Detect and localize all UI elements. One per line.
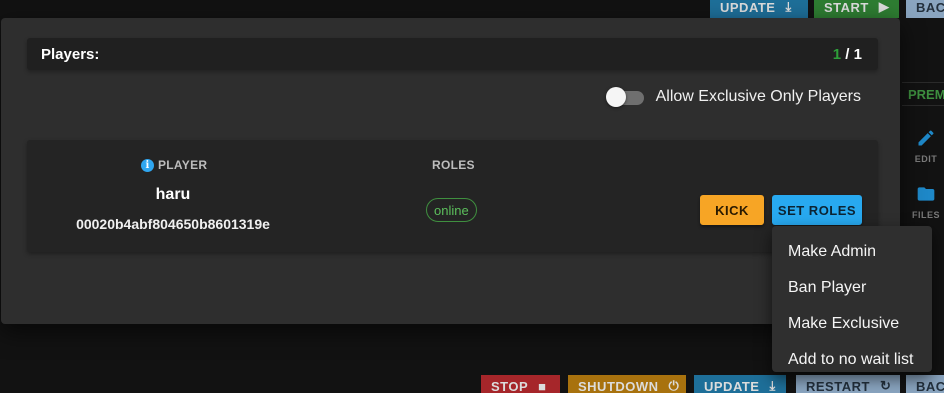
background-update-bottom-label: UPDATE xyxy=(704,378,760,393)
players-table: i PLAYER ROLES haru 00020b4abf804650b860… xyxy=(27,140,878,252)
player-count: 1 / 1 xyxy=(833,46,862,63)
download-icon: ⤓ xyxy=(769,378,776,393)
background-start-label: START xyxy=(824,0,869,15)
player-name: haru xyxy=(155,186,191,203)
background-shutdown-button[interactable]: SHUTDOWN ⏻ xyxy=(568,375,686,393)
background-start-button[interactable]: START ▶ xyxy=(814,0,899,18)
background-files-label: FILES xyxy=(911,210,940,220)
background-stop-label: STOP xyxy=(491,378,529,393)
exclusive-only-row: Allow Exclusive Only Players xyxy=(605,86,861,108)
roles-column-header: ROLES xyxy=(432,158,475,172)
kick-button[interactable]: KICK xyxy=(700,195,764,225)
players-dialog: Players: 1 / 1 Allow Exclusive Only Play… xyxy=(1,18,900,324)
player-count-current: 1 xyxy=(832,45,842,63)
power-icon: ⏻ xyxy=(668,378,680,393)
restart-icon: ↻ xyxy=(879,378,892,393)
background-update-button[interactable]: UPDATE ⤓ xyxy=(710,0,808,18)
background-edit-tool[interactable]: EDIT xyxy=(906,128,944,164)
background-back-bottom-label: BAC xyxy=(916,378,944,393)
menu-item-make-exclusive[interactable]: Make Exclusive xyxy=(772,306,932,342)
player-count-max: 1 xyxy=(853,45,862,63)
set-roles-button[interactable]: SET ROLES xyxy=(772,195,862,225)
background-edit-label: EDIT xyxy=(914,154,938,164)
menu-item-ban-player[interactable]: Ban Player xyxy=(772,270,932,306)
background-back-label: BAC xyxy=(916,0,944,15)
background-back-button[interactable]: BAC xyxy=(906,0,944,18)
player-column-header: i PLAYER xyxy=(141,158,207,172)
exclusive-only-label: Allow Exclusive Only Players xyxy=(655,88,861,105)
players-title: Players: xyxy=(41,45,100,63)
info-icon[interactable]: i xyxy=(141,158,154,172)
background-shutdown-label: SHUTDOWN xyxy=(578,378,659,393)
menu-item-make-admin[interactable]: Make Admin xyxy=(772,234,932,270)
pencil-icon xyxy=(918,130,934,146)
background-premium-label: PREM xyxy=(908,86,944,102)
folder-icon xyxy=(917,187,935,201)
player-id: 00020b4abf804650b8601319e xyxy=(76,216,270,232)
set-roles-menu: Make Admin Ban Player Make Exclusive Add… xyxy=(772,226,932,372)
background-restart-label: RESTART xyxy=(806,378,870,393)
play-icon: ▶ xyxy=(878,0,890,14)
background-files-tool[interactable]: FILES xyxy=(906,184,944,220)
role-chip-online: online xyxy=(426,198,477,222)
stop-icon: ■ xyxy=(538,378,547,393)
menu-item-add-no-wait-list[interactable]: Add to no wait list xyxy=(772,342,932,378)
player-count-separator: / xyxy=(841,45,854,63)
toggle-knob[interactable] xyxy=(605,87,626,107)
background-premium-tab[interactable]: PREM xyxy=(902,82,944,106)
roles-column-label: ROLES xyxy=(432,158,475,172)
download-icon: ⤓ xyxy=(785,0,792,14)
players-header: Players: 1 / 1 xyxy=(27,38,878,70)
exclusive-only-toggle[interactable] xyxy=(605,86,644,108)
background-update-label: UPDATE xyxy=(720,0,776,15)
background-stop-button[interactable]: STOP ■ xyxy=(481,375,560,393)
player-column-label: PLAYER xyxy=(158,158,208,172)
